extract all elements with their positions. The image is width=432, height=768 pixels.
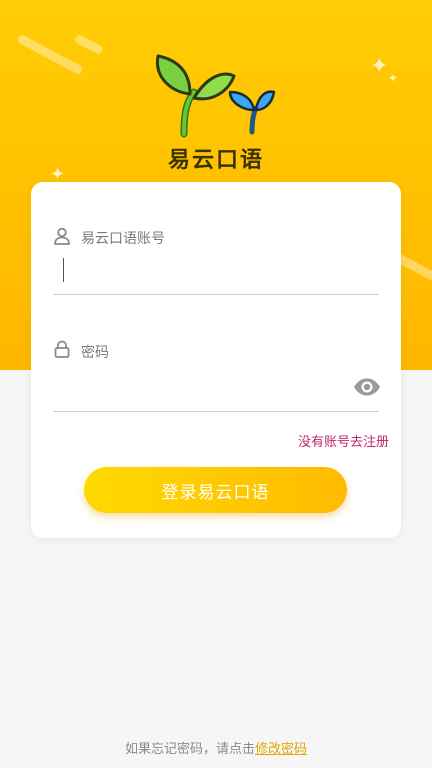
user-icon (53, 227, 71, 245)
login-button[interactable]: 登录易云口语 (84, 467, 347, 513)
change-password-link[interactable]: 修改密码 (255, 742, 307, 757)
sprout-logo-icon (150, 52, 280, 138)
account-underline (53, 294, 379, 295)
password-label: 密码 (81, 345, 109, 361)
forgot-password-prompt: 如果忘记密码，请点击 (124, 742, 255, 757)
account-label: 易云口语账号 (81, 231, 165, 247)
password-input[interactable] (53, 368, 343, 404)
decorative-streak (16, 33, 84, 76)
lock-icon (53, 340, 71, 358)
sparkle-icon: ✦ (388, 71, 399, 85)
password-underline (53, 411, 379, 412)
login-card: 易云口语账号 密码 没有账号去注册 登录易云口语 (31, 182, 401, 538)
sparkle-icon: ✦ (370, 54, 389, 79)
account-input[interactable] (53, 252, 379, 288)
eye-icon[interactable] (353, 378, 381, 396)
text-caret (63, 258, 64, 282)
footer-hint: 如果忘记密码，请点击修改密码 (0, 738, 432, 757)
register-link[interactable]: 没有账号去注册 (298, 431, 389, 450)
app-title: 易云口语 (167, 148, 264, 173)
decorative-streak (73, 33, 105, 56)
